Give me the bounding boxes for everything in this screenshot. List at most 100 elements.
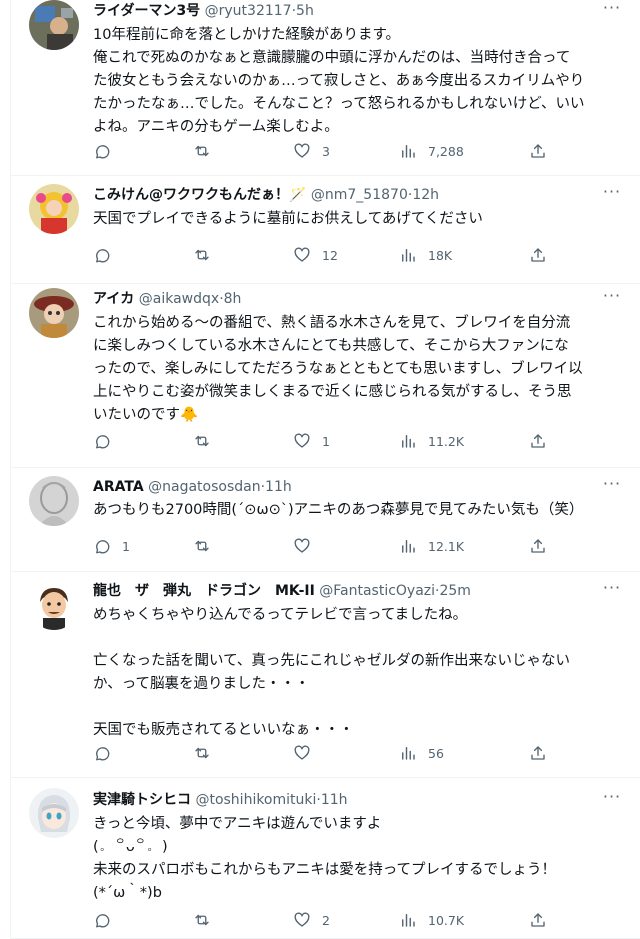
views-count: 7,288	[428, 143, 464, 159]
views-button[interactable]: 56	[399, 742, 444, 764]
timestamp[interactable]: 11h	[265, 479, 292, 495]
tweet[interactable]: ARATA @nagatososdan·11h ··· あつもりも2700時間(´⊙…	[11, 468, 640, 572]
like-button[interactable]	[293, 742, 322, 764]
views-button[interactable]: 18K	[399, 244, 452, 266]
reply-icon	[93, 432, 122, 450]
avatar[interactable]	[29, 184, 79, 234]
retweet-icon	[193, 432, 222, 450]
retweet-button[interactable]	[193, 244, 222, 266]
like-button[interactable]: 2	[293, 909, 330, 931]
reply-button[interactable]	[93, 909, 122, 931]
reply-button[interactable]	[93, 244, 122, 266]
share-button[interactable]	[529, 909, 558, 931]
retweet-icon	[193, 911, 222, 929]
share-icon	[529, 744, 558, 762]
user-handle[interactable]: @toshihikomituki	[195, 792, 316, 808]
timestamp[interactable]: 11h	[321, 792, 348, 808]
user-handle[interactable]: @aikawdqx	[139, 291, 219, 307]
views-button[interactable]: 10.7K	[399, 909, 464, 931]
views-icon	[399, 432, 428, 450]
retweet-button[interactable]	[193, 742, 222, 764]
tweet-text-line: に楽しみつくしている水木さんにとても共感して、そこから大ファンにな	[93, 338, 569, 354]
timestamp[interactable]: 25m	[439, 583, 470, 599]
retweet-icon	[193, 142, 222, 160]
tweet-text: これから始める〜の番組で、熱く語る水木さんを見て、ブレワイを自分流 に楽しみつくし…	[93, 312, 618, 427]
more-icon[interactable]: ···	[600, 476, 624, 496]
retweet-icon	[193, 537, 222, 555]
retweet-button[interactable]	[193, 909, 222, 931]
reply-button[interactable]	[93, 140, 122, 162]
more-icon[interactable]: ···	[600, 789, 624, 809]
views-button[interactable]: 11.2K	[399, 430, 464, 452]
more-icon[interactable]: ···	[600, 184, 624, 204]
tweet-text: めちゃくちゃやり込んでるってテレビで言ってましたね。 亡くなった話を聞いて、真っ先…	[93, 604, 618, 742]
views-icon	[399, 246, 428, 264]
tweet-text-line: 俺これで死ぬのかなぁと意識朦朧の中頭に浮かんだのは、当時付き合って	[93, 50, 571, 66]
tweet-text-line: よね。アニキの分もゲーム楽しむよ。	[93, 119, 339, 135]
share-button[interactable]	[529, 742, 558, 764]
tweet-text-line: (*´ω｀*)b	[93, 885, 162, 901]
user-handle[interactable]: @FantasticOyazi	[319, 583, 435, 599]
display-name[interactable]: ライダーマン3号	[93, 3, 200, 19]
reply-icon	[93, 246, 122, 264]
views-count: 56	[428, 745, 444, 761]
avatar[interactable]	[29, 788, 79, 838]
reply-button[interactable]	[93, 742, 122, 764]
share-button[interactable]	[529, 140, 558, 162]
tweet[interactable]: アイカ @aikawdqx·8h ··· これから始める〜の番組で、熱く語る水木さん…	[11, 284, 640, 468]
tweet[interactable]: 龍也 ザ 弾丸 ドラゴン MK-II @FantasticOyazi·25m ··…	[11, 572, 640, 778]
tweet-text: 10年程前に命を落としかけた経験があります。 俺これで死ぬのかなぁと意識朦朧の中頭…	[93, 24, 618, 139]
like-button[interactable]: 1	[293, 430, 330, 452]
tweet[interactable]: こみけん@ワクワクもんだぁ！🪄 @nm7_51870·12h ··· 天国でプレイで…	[11, 176, 640, 284]
timestamp[interactable]: 5h	[296, 3, 314, 19]
share-button[interactable]	[529, 244, 558, 266]
display-name[interactable]: ARATA	[93, 479, 144, 495]
share-icon	[529, 432, 558, 450]
reply-button[interactable]: 1	[93, 535, 130, 557]
tweet-text-line: 上にやりこむ姿が微笑ましくまるで近くに感じられる気がするし、そう思	[93, 384, 572, 400]
tweet-text-line: か、って脳裏を過りました・・・	[93, 676, 310, 692]
tweet-header: こみけん@ワクワクもんだぁ！🪄 @nm7_51870·12h	[93, 186, 600, 204]
tweet-text-line: ったので、楽しみにしてただろうなぁとともとても思いますし、ブレワイ以	[93, 361, 583, 377]
retweet-button[interactable]	[193, 430, 222, 452]
tweet-header: アイカ @aikawdqx·8h	[93, 290, 600, 308]
views-button[interactable]: 7,288	[399, 140, 464, 162]
like-button[interactable]	[293, 535, 322, 557]
timestamp[interactable]: 12h	[412, 187, 439, 203]
display-name[interactable]: アイカ	[93, 291, 134, 307]
timestamp[interactable]: 8h	[224, 291, 242, 307]
more-icon[interactable]: ···	[600, 288, 624, 308]
user-handle[interactable]: @ryut32117	[205, 3, 292, 19]
views-count: 11.2K	[428, 433, 465, 449]
avatar[interactable]	[29, 0, 79, 50]
reply-button[interactable]	[93, 430, 122, 452]
tweet-header: 龍也 ザ 弾丸 ドラゴン MK-II @FantasticOyazi·25m	[93, 582, 600, 600]
retweet-button[interactable]	[193, 140, 222, 162]
tweet-text-line: きっと今頃、夢中でアニキは遊んでいますよ	[93, 816, 382, 832]
user-handle[interactable]: @nm7_51870	[311, 187, 408, 203]
share-button[interactable]	[529, 430, 558, 452]
tweet[interactable]: ライダーマン3号 @ryut32117·5h ··· 10年程前に命を落としかけた経…	[11, 0, 640, 176]
avatar[interactable]	[29, 476, 79, 526]
display-name[interactable]: 実津騎トシヒコ	[93, 792, 191, 808]
views-count: 12.1K	[428, 538, 465, 554]
display-name[interactable]: 龍也 ザ 弾丸 ドラゴン MK-II	[93, 583, 315, 599]
heart-icon	[293, 432, 322, 450]
share-icon	[529, 911, 558, 929]
views-button[interactable]: 12.1K	[399, 535, 464, 557]
views-icon	[399, 537, 428, 555]
more-icon[interactable]: ···	[600, 0, 624, 20]
retweet-button[interactable]	[193, 535, 222, 557]
avatar[interactable]	[29, 580, 79, 630]
like-count: 3	[322, 143, 330, 159]
share-button[interactable]	[529, 535, 558, 557]
user-handle[interactable]: @nagatososdan	[148, 479, 260, 495]
like-button[interactable]: 3	[293, 140, 330, 162]
like-button[interactable]: 12	[293, 244, 338, 266]
like-count: 12	[322, 247, 338, 263]
tweet[interactable]: 実津騎トシヒコ @toshihikomituki·11h ··· きっと今頃、夢中で…	[11, 778, 640, 939]
display-name[interactable]: こみけん@ワクワクもんだぁ！🪄	[93, 187, 306, 203]
more-icon[interactable]: ···	[600, 580, 624, 600]
views-icon	[399, 744, 428, 762]
avatar[interactable]	[29, 288, 79, 338]
